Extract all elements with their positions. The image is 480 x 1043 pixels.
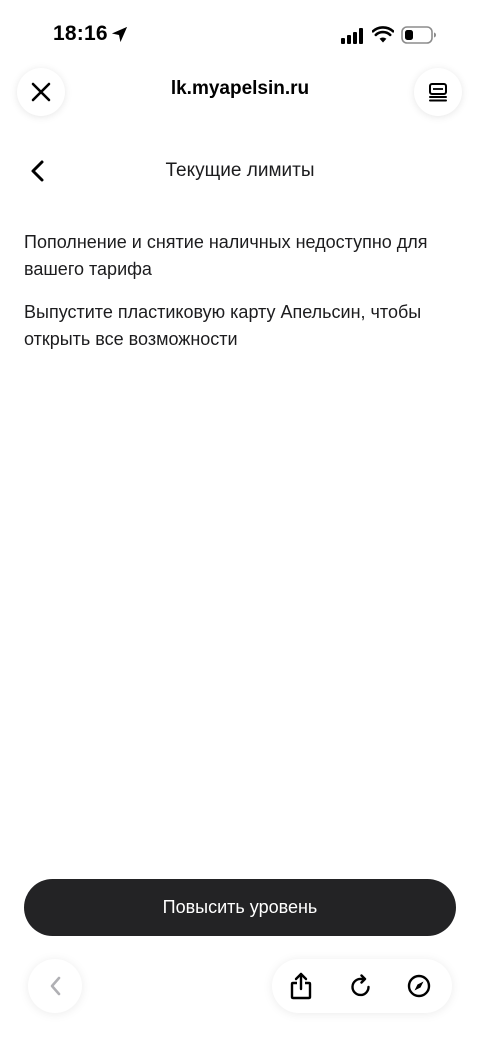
share-icon bbox=[290, 972, 312, 1000]
limits-message: Пополнение и снятие наличных недоступно … bbox=[24, 232, 428, 279]
page-url: lk.myapelsin.ru bbox=[170, 78, 310, 99]
upgrade-level-button[interactable]: Повысить уровень bbox=[24, 879, 456, 936]
page-title: Текущие лимиты bbox=[165, 160, 315, 181]
location-arrow-icon bbox=[111, 26, 128, 43]
wifi-icon bbox=[372, 26, 394, 43]
reload-icon bbox=[351, 974, 370, 997]
share-button[interactable] bbox=[274, 959, 328, 1013]
limits-info: Пополнение и снятие наличных недоступно … bbox=[24, 229, 450, 369]
tabs-icon bbox=[429, 83, 447, 102]
reload-button[interactable] bbox=[334, 959, 388, 1013]
cellular-signal-icon bbox=[341, 28, 363, 44]
tabs-button[interactable] bbox=[414, 68, 462, 116]
compass-icon bbox=[407, 974, 431, 998]
toolbar-back-button[interactable] bbox=[28, 959, 82, 1013]
chevron-left-icon bbox=[50, 976, 61, 996]
battery-icon bbox=[401, 26, 436, 44]
screen: 18:16 lk.myapelsin.ru Текущие лимиты Поп… bbox=[0, 0, 480, 1043]
status-bar: 18:16 bbox=[0, 0, 480, 64]
status-time: 18:16 bbox=[53, 22, 108, 45]
compass-button[interactable] bbox=[392, 959, 446, 1013]
upgrade-hint: Выпустите пластиковую карту Апельсин, чт… bbox=[24, 302, 422, 349]
toolbar-actions bbox=[272, 959, 452, 1013]
